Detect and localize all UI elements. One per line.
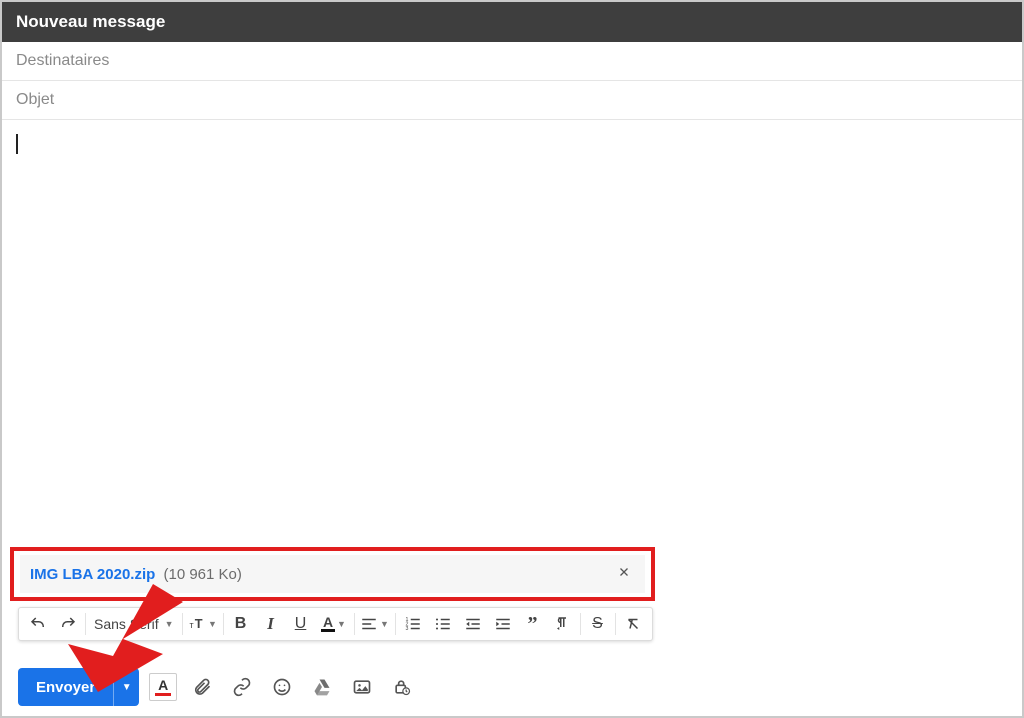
lock-clock-icon	[392, 677, 412, 697]
toolbar-separator	[85, 613, 86, 635]
chevron-down-icon: ▼	[208, 619, 217, 629]
quote-button[interactable]: ”	[518, 610, 548, 638]
svg-text:T: T	[195, 616, 203, 631]
send-button[interactable]: Envoyer	[18, 668, 113, 706]
attachment-highlight-box: IMG LBA 2020.zip (10 961 Ko)	[10, 547, 655, 601]
attachment-remove-button[interactable]	[613, 561, 635, 587]
window-titlebar: Nouveau message	[2, 2, 1022, 42]
recipients-row[interactable]	[2, 42, 1022, 81]
quote-icon: ”	[528, 619, 538, 629]
recipients-input[interactable]	[16, 52, 1008, 70]
align-dropdown[interactable]: ▼	[357, 610, 393, 638]
send-button-group: Envoyer ▼	[18, 668, 139, 706]
insert-drive-button[interactable]	[307, 672, 337, 702]
text-format-icon: A	[158, 678, 168, 692]
window-title: Nouveau message	[16, 12, 165, 31]
bold-button[interactable]: B	[226, 610, 256, 638]
redo-icon	[59, 615, 77, 633]
toolbar-separator	[615, 613, 616, 635]
bulleted-list-icon	[434, 615, 452, 633]
formatting-toolbar: Sans Serif ▼ тT ▼ B I U A ▼ ▼ 123	[18, 607, 653, 641]
redo-button[interactable]	[53, 610, 83, 638]
drive-icon	[312, 677, 332, 697]
text-direction-button[interactable]	[548, 610, 578, 638]
bulleted-list-button[interactable]	[428, 610, 458, 638]
bold-icon: B	[235, 615, 247, 633]
compose-action-row: Envoyer ▼ A	[18, 668, 417, 706]
italic-button[interactable]: I	[256, 610, 286, 638]
text-cursor	[16, 134, 18, 154]
indent-decrease-button[interactable]	[458, 610, 488, 638]
attachment-chip[interactable]: IMG LBA 2020.zip (10 961 Ko)	[20, 555, 645, 593]
text-color-dropdown[interactable]: A ▼	[316, 610, 352, 638]
indent-decrease-icon	[464, 615, 482, 633]
toolbar-separator	[223, 613, 224, 635]
attachment-file-name: IMG LBA 2020.zip	[30, 566, 155, 583]
insert-emoji-button[interactable]	[267, 672, 297, 702]
formatting-options-button[interactable]: A	[149, 673, 177, 701]
indent-increase-icon	[494, 615, 512, 633]
message-body-area[interactable]	[2, 120, 1022, 168]
toolbar-separator	[580, 613, 581, 635]
font-size-dropdown[interactable]: тT ▼	[185, 610, 221, 638]
underline-button[interactable]: U	[286, 610, 316, 638]
emoji-icon	[272, 677, 292, 697]
attachment-label: IMG LBA 2020.zip (10 961 Ko)	[30, 566, 242, 583]
strikethrough-icon: S	[592, 615, 603, 633]
strikethrough-button[interactable]: S	[583, 610, 613, 638]
paperclip-icon	[192, 677, 212, 697]
confidential-mode-button[interactable]	[387, 672, 417, 702]
chevron-down-icon: ▼	[165, 619, 174, 629]
chevron-down-icon: ▼	[122, 682, 132, 693]
chevron-down-icon: ▼	[380, 619, 389, 629]
attachment-file-size: (10 961 Ko)	[163, 566, 241, 583]
undo-icon	[29, 615, 47, 633]
svg-text:3: 3	[405, 626, 408, 632]
insert-photo-button[interactable]	[347, 672, 377, 702]
compose-window: Nouveau message IMG LBA 2020.zip (10 961…	[0, 0, 1024, 718]
send-more-dropdown[interactable]: ▼	[113, 668, 139, 706]
italic-icon: I	[267, 614, 274, 634]
text-direction-icon	[554, 615, 572, 633]
toolbar-separator	[395, 613, 396, 635]
subject-input[interactable]	[16, 91, 1008, 109]
clear-formatting-button[interactable]	[618, 610, 648, 638]
underline-icon: U	[295, 615, 307, 633]
toolbar-separator	[354, 613, 355, 635]
insert-link-button[interactable]	[227, 672, 257, 702]
font-family-label: Sans Serif	[94, 616, 159, 632]
undo-button[interactable]	[23, 610, 53, 638]
numbered-list-icon: 123	[404, 615, 422, 633]
numbered-list-button[interactable]: 123	[398, 610, 428, 638]
font-family-dropdown[interactable]: Sans Serif ▼	[88, 616, 180, 632]
font-size-icon: тT	[188, 615, 206, 633]
align-left-icon	[360, 615, 378, 633]
chevron-down-icon: ▼	[337, 619, 346, 629]
indent-increase-button[interactable]	[488, 610, 518, 638]
attach-file-button[interactable]	[187, 672, 217, 702]
svg-text:т: т	[190, 620, 194, 630]
text-color-icon: A	[321, 616, 335, 632]
link-icon	[232, 677, 252, 697]
close-icon	[617, 565, 631, 579]
image-icon	[352, 677, 372, 697]
toolbar-separator	[182, 613, 183, 635]
clear-formatting-icon	[624, 615, 642, 633]
subject-row[interactable]	[2, 81, 1022, 120]
